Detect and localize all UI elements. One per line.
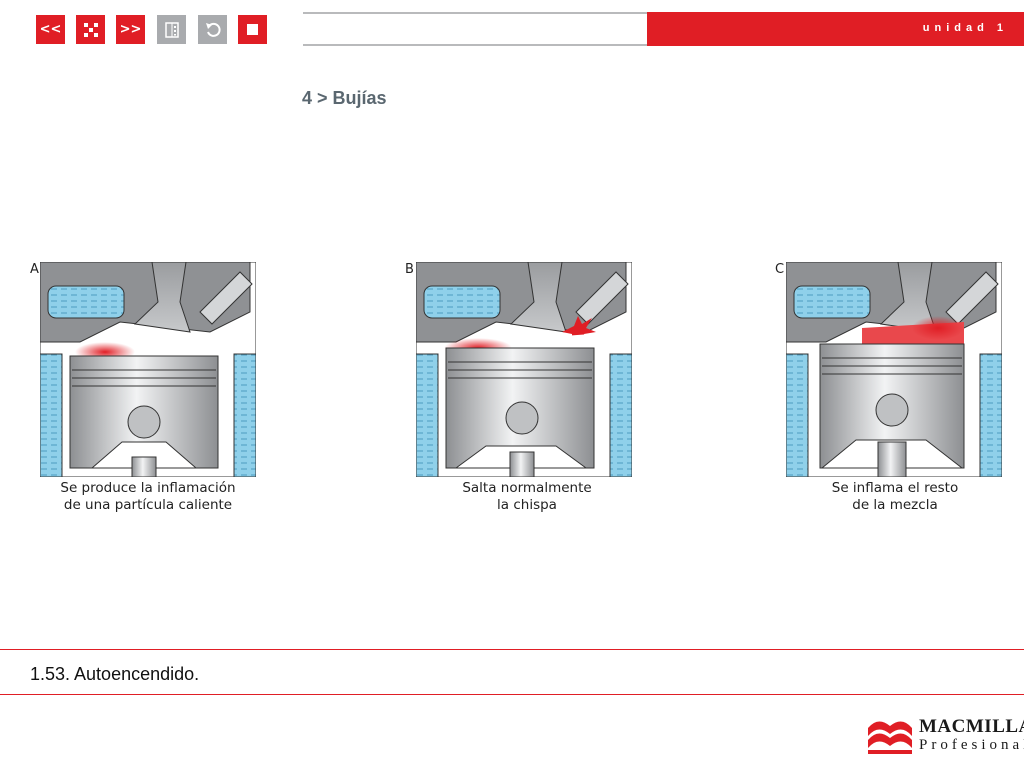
figure-a-caption-line2: de una partícula caliente bbox=[63, 497, 233, 513]
figure-b-letter: B bbox=[405, 262, 414, 277]
figure-c-caption-line2: de la mezcla bbox=[852, 497, 938, 513]
unit-label: unidad 1 bbox=[922, 22, 1008, 34]
figure-b-caption-line1: Salta normalmente bbox=[462, 480, 592, 496]
next-button[interactable]: >> bbox=[116, 15, 145, 44]
unit-bar: unidad 1 bbox=[647, 12, 1024, 46]
section-title: 4 > Bujías bbox=[302, 88, 387, 108]
figure-a-letter: A bbox=[30, 262, 39, 277]
figure-a-caption: Se produce la inflamación de una partícu… bbox=[18, 480, 278, 514]
figure-c-illustration bbox=[786, 262, 1002, 477]
footer-rule-bottom bbox=[0, 694, 1024, 695]
figure-c-caption-line1: Se inflama el resto bbox=[831, 480, 959, 496]
logo-text-profesional: Profesional bbox=[919, 737, 1024, 753]
dice-icon bbox=[83, 22, 98, 37]
back-button[interactable] bbox=[198, 15, 227, 44]
footer-rule-top bbox=[0, 649, 1024, 650]
next-label: >> bbox=[119, 22, 142, 37]
figure-caption: 1.53. Autoencendido. bbox=[30, 664, 200, 684]
previous-button[interactable]: << bbox=[36, 15, 65, 44]
figure-c-letter: C bbox=[775, 262, 785, 277]
index-button[interactable] bbox=[157, 15, 186, 44]
figure-b-caption: Salta normalmente la chispa bbox=[397, 480, 657, 514]
figure-c-caption: Se inflama el resto de la mezcla bbox=[765, 480, 1024, 514]
logo-text-macmillan: MACMILLAN bbox=[919, 716, 1024, 737]
figure-b-illustration bbox=[416, 262, 632, 477]
figure-a-caption-line1: Se produce la inflamación bbox=[60, 480, 236, 496]
menu-button[interactable] bbox=[76, 15, 105, 44]
header-bar bbox=[303, 12, 647, 46]
figure-b-caption-line2: la chispa bbox=[497, 497, 557, 513]
previous-label: << bbox=[39, 22, 62, 37]
undo-icon bbox=[205, 22, 221, 37]
index-icon bbox=[164, 21, 179, 38]
macmillan-logo-icon bbox=[868, 721, 912, 754]
stop-button[interactable] bbox=[238, 15, 267, 44]
figure-a-illustration bbox=[40, 262, 256, 477]
stop-icon bbox=[247, 24, 258, 35]
